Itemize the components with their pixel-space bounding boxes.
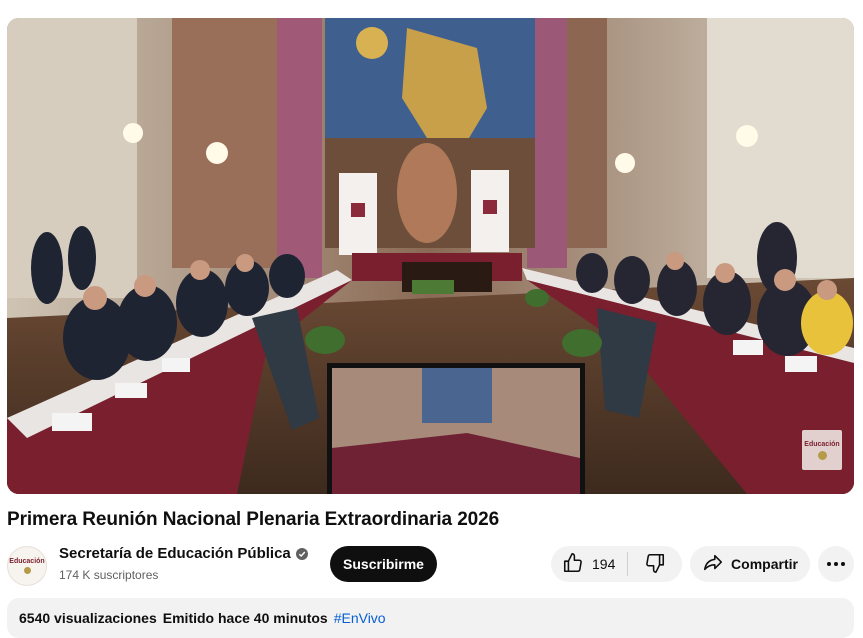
description-meta: 6540 visualizaciones Emitido hace 40 min…: [19, 610, 386, 626]
seal-icon: [23, 567, 31, 574]
thumbs-up-icon: [562, 552, 584, 577]
thumbs-down-icon: [644, 552, 666, 577]
view-count: 6540 visualizaciones: [19, 610, 157, 626]
share-label: Compartir: [731, 556, 798, 572]
video-player[interactable]: Educación: [7, 18, 854, 494]
video-title: Primera Reunión Nacional Plenaria Extrao…: [7, 509, 500, 530]
like-dislike-group: 194: [551, 546, 682, 582]
more-horiz-icon: [827, 562, 845, 566]
verified-icon: [295, 547, 308, 560]
subscriber-count: 174 K suscriptores: [59, 568, 159, 582]
channel-name-row[interactable]: Secretaría de Educación Pública: [59, 545, 308, 562]
channel-avatar[interactable]: Educación: [7, 546, 47, 586]
share-button[interactable]: Compartir: [690, 546, 810, 582]
stream-time: Emitido hace 40 minutos: [162, 610, 328, 626]
subscribe-button[interactable]: Suscribirme: [330, 546, 437, 582]
dislike-button[interactable]: [628, 546, 682, 582]
share-icon: [702, 552, 724, 577]
description-box[interactable]: 6540 visualizaciones Emitido hace 40 min…: [7, 598, 854, 638]
video-frame: [7, 18, 854, 494]
channel-name[interactable]: Secretaría de Educación Pública: [59, 545, 291, 562]
like-count: 194: [592, 556, 616, 572]
channel-watermark: Educación: [802, 430, 842, 470]
hashtag-link[interactable]: #EnVivo: [334, 610, 386, 626]
watermark-text: Educación: [804, 440, 840, 448]
avatar-text: Educación: [9, 558, 45, 565]
seal-icon: [817, 450, 827, 460]
like-button[interactable]: 194: [551, 546, 627, 582]
more-actions-button[interactable]: [818, 546, 854, 582]
